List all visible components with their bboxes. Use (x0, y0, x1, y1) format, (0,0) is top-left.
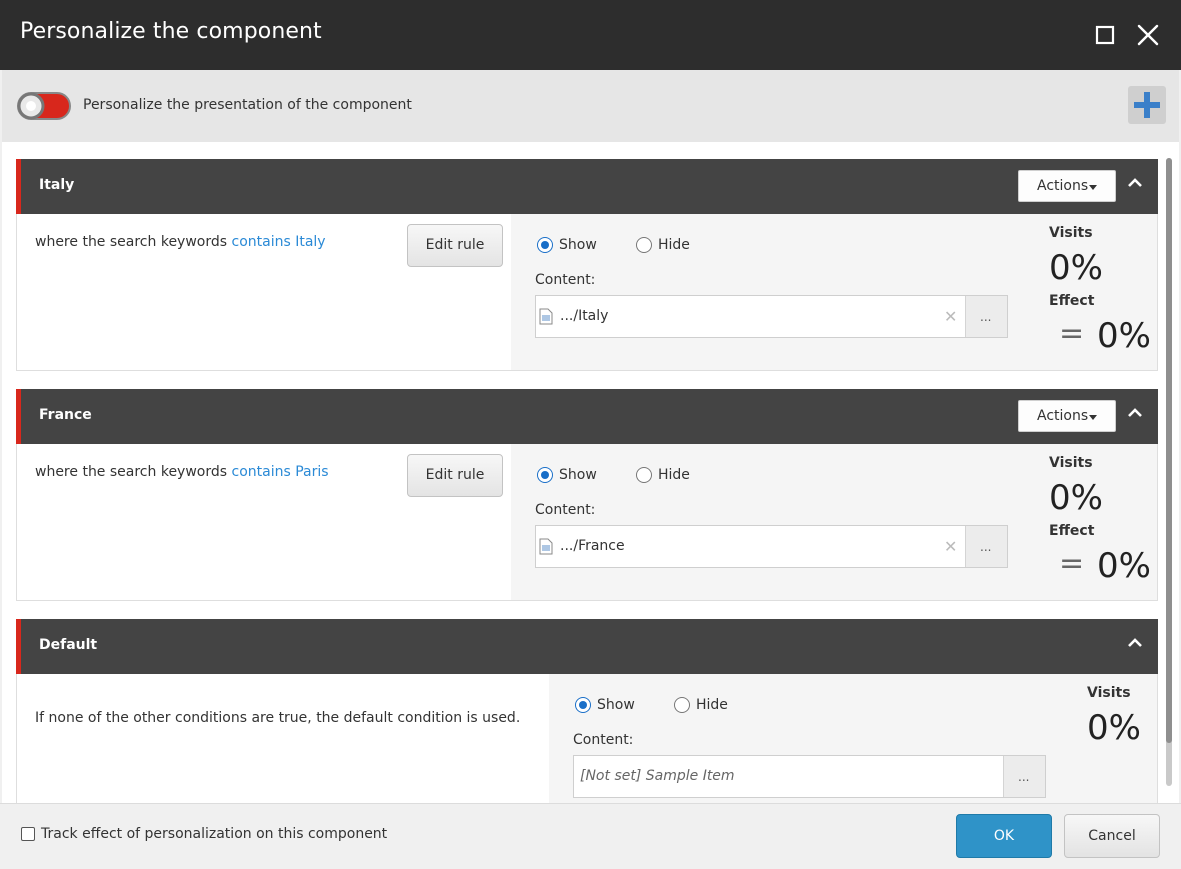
dialog-title: Personalize the component (20, 19, 322, 44)
visits-value: 0% (1049, 248, 1103, 288)
condition-text: where the search keywords (35, 234, 228, 250)
effect-label: Effect (1049, 523, 1095, 539)
edit-rule-label: Edit rule (425, 237, 485, 253)
track-effect-label: Track effect of personalization on this … (41, 826, 388, 842)
scrollbar-thumb[interactable] (1166, 158, 1172, 743)
actions-label: Actions (1037, 178, 1089, 194)
scrollbar[interactable] (1166, 158, 1172, 786)
clear-icon[interactable]: ✕ (944, 537, 957, 556)
content-label: Content: (535, 502, 596, 518)
rule-action-panel: Show Hide Content: .../France ✕ ... Visi… (511, 444, 1157, 600)
rule-header: Default (16, 619, 1158, 674)
show-label: Show (559, 237, 597, 253)
dialog-footer: Track effect of personalization on this … (0, 803, 1181, 869)
close-icon[interactable] (1133, 20, 1163, 50)
document-icon (539, 308, 553, 325)
content-field[interactable]: [Not set] Sample Item ... (573, 755, 1046, 798)
content-value: .../Italy (560, 308, 609, 324)
actions-dropdown[interactable]: Actions (1018, 170, 1116, 202)
equals-icon: = (1059, 546, 1085, 581)
condition-link[interactable]: contains Paris (232, 464, 329, 480)
chevron-up-icon[interactable] (1124, 172, 1146, 194)
equals-icon: = (1059, 316, 1085, 351)
visits-label: Visits (1087, 685, 1131, 701)
radio-empty-icon (674, 697, 690, 713)
rule-name: France (39, 407, 92, 423)
caret-down-icon (1089, 185, 1097, 190)
rule-name: Italy (39, 177, 75, 193)
dialog-titlebar: Personalize the component (0, 0, 1181, 70)
plus-icon (1134, 92, 1160, 118)
hide-label: Hide (658, 467, 690, 483)
rule-body: where the search keywords contains Paris… (16, 444, 1158, 601)
visits-label: Visits (1049, 455, 1093, 471)
show-label: Show (597, 697, 635, 713)
visits-label: Visits (1049, 225, 1093, 241)
radio-selected-icon (537, 237, 553, 253)
content-field[interactable]: .../Italy ✕ ... (535, 295, 1008, 338)
browse-button[interactable]: ... (1003, 756, 1045, 797)
condition-text: where the search keywords (35, 464, 228, 480)
effect-label: Effect (1049, 293, 1095, 309)
content-placeholder: [Not set] Sample Item (580, 768, 735, 784)
browse-button[interactable]: ... (965, 296, 1007, 337)
chevron-up-icon[interactable] (1124, 402, 1146, 424)
effect-value: 0% (1097, 546, 1151, 586)
cancel-label: Cancel (1088, 828, 1136, 844)
rule-name: Default (39, 637, 98, 653)
visits-value: 0% (1087, 708, 1141, 748)
rule-body: where the search keywords contains Italy… (16, 214, 1158, 371)
radio-empty-icon (636, 467, 652, 483)
chevron-up-icon[interactable] (1124, 632, 1146, 654)
add-condition-button[interactable] (1128, 86, 1166, 124)
rule-action-panel: Show Hide Content: [Not set] Sample Item… (549, 674, 1157, 803)
visits-value: 0% (1049, 478, 1103, 518)
browse-label: ... (980, 540, 992, 554)
edit-rule-button[interactable]: Edit rule (407, 224, 503, 267)
rule-condition: where the search keywords contains Paris (35, 464, 329, 480)
content-value: .../France (560, 538, 625, 554)
personalize-label: Personalize the presentation of the comp… (83, 97, 412, 113)
rule-body: If none of the other conditions are true… (16, 674, 1158, 803)
toggle-switch-icon[interactable] (16, 91, 72, 121)
ok-label: OK (993, 828, 1015, 844)
rule-action-panel: Show Hide Content: .../Italy ✕ ... Visit… (511, 214, 1157, 370)
content-label: Content: (535, 272, 596, 288)
caret-down-icon (1089, 415, 1097, 420)
rules-list: Italy Actions where the search keywords … (2, 142, 1179, 803)
edit-rule-label: Edit rule (425, 467, 485, 483)
content-label: Content: (573, 732, 634, 748)
effect-value: 0% (1097, 316, 1151, 356)
hide-label: Hide (658, 237, 690, 253)
actions-label: Actions (1037, 408, 1089, 424)
radio-empty-icon (636, 237, 652, 253)
personalize-header: Personalize the presentation of the comp… (2, 70, 1179, 142)
condition-link[interactable]: contains Italy (232, 234, 326, 250)
ok-button[interactable]: OK (956, 814, 1052, 858)
browse-label: ... (980, 310, 992, 324)
default-description: If none of the other conditions are true… (35, 710, 521, 726)
radio-selected-icon (537, 467, 553, 483)
edit-rule-button[interactable]: Edit rule (407, 454, 503, 497)
radio-selected-icon (575, 697, 591, 713)
cancel-button[interactable]: Cancel (1064, 814, 1160, 858)
rule-header: Italy Actions (16, 159, 1158, 214)
content-field[interactable]: .../France ✕ ... (535, 525, 1008, 568)
browse-label: ... (1018, 770, 1030, 784)
track-effect-checkbox[interactable] (21, 827, 35, 841)
rule-header: France Actions (16, 389, 1158, 444)
document-icon (539, 538, 553, 555)
show-label: Show (559, 467, 597, 483)
clear-icon[interactable]: ✕ (944, 307, 957, 326)
personalize-dialog: Personalize the component Personalize th… (0, 0, 1181, 869)
actions-dropdown[interactable]: Actions (1018, 400, 1116, 432)
browse-button[interactable]: ... (965, 526, 1007, 567)
maximize-icon[interactable] (1090, 20, 1120, 50)
rule-condition: where the search keywords contains Italy (35, 234, 326, 250)
hide-label: Hide (696, 697, 728, 713)
